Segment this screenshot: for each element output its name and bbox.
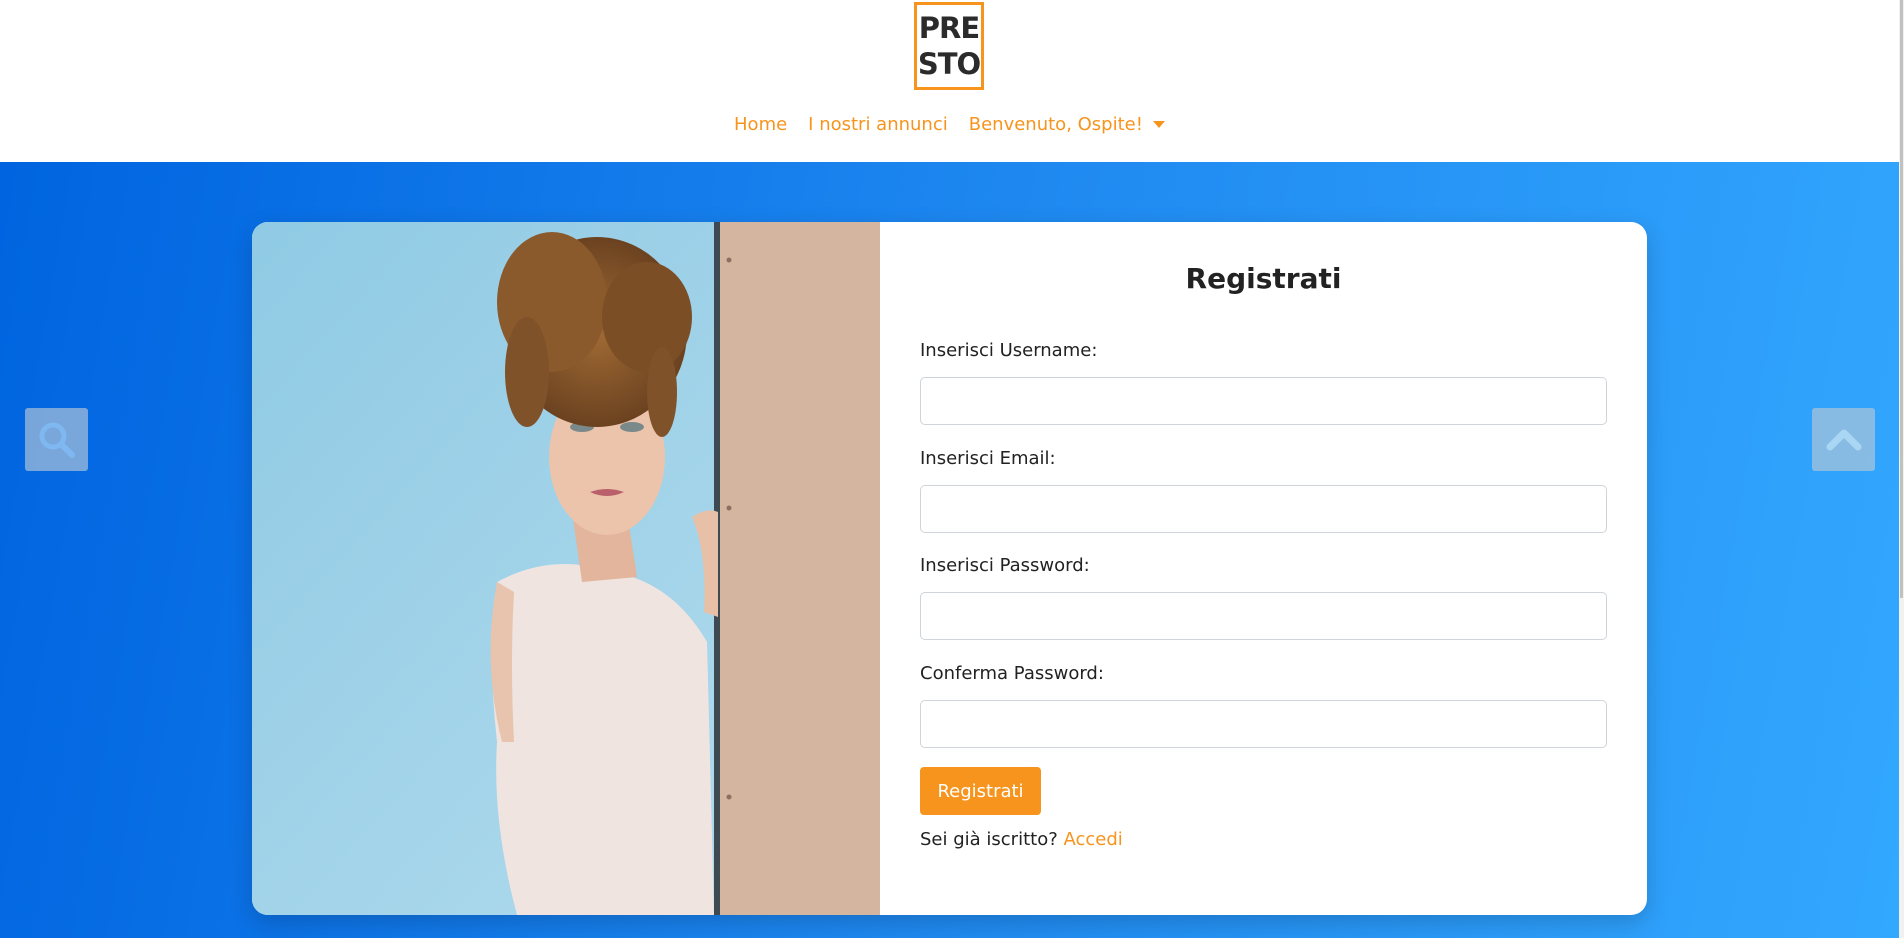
site-header: PRE STO Home I nostri annunci Benvenuto,…	[0, 0, 1899, 162]
logo-line-2: STO	[917, 47, 981, 81]
email-group: Inserisci Email:	[920, 448, 1056, 469]
user-menu-label: Benvenuto, Ospite!	[968, 114, 1143, 135]
logo-line-1: PRE	[918, 11, 980, 45]
scrollbar-thumb[interactable]	[1900, 0, 1903, 598]
username-group: Inserisci Username:	[920, 340, 1097, 361]
email-label: Inserisci Email:	[920, 448, 1056, 469]
register-button[interactable]: Registrati	[920, 767, 1041, 815]
scroll-top-button[interactable]	[1812, 408, 1875, 471]
search-icon	[39, 422, 75, 458]
chevron-up-icon	[1826, 429, 1861, 450]
model-photo	[252, 222, 880, 915]
password-input[interactable]	[920, 592, 1607, 640]
login-prompt-line: Sei già iscritto? Accedi	[920, 829, 1123, 850]
nav-home[interactable]: Home	[734, 114, 787, 135]
presto-logo[interactable]: PRE STO	[914, 2, 984, 90]
confirm-group: Conferma Password:	[920, 663, 1104, 684]
login-link[interactable]: Accedi	[1064, 829, 1123, 850]
register-card: Registrati Inserisci Username: Inserisci…	[252, 222, 1647, 915]
page-scrollbar[interactable]	[1899, 0, 1904, 938]
main-nav: Home I nostri annunci Benvenuto, Ospite!	[0, 114, 1899, 135]
username-input[interactable]	[920, 377, 1607, 425]
confirm-password-label: Conferma Password:	[920, 663, 1104, 684]
password-group: Inserisci Password:	[920, 555, 1090, 576]
nav-user-menu[interactable]: Benvenuto, Ospite!	[969, 114, 1165, 135]
caret-down-icon	[1152, 121, 1165, 128]
email-input[interactable]	[920, 485, 1607, 533]
confirm-password-input[interactable]	[920, 700, 1607, 748]
nav-listings[interactable]: I nostri annunci	[808, 114, 948, 135]
form-title: Registrati	[1185, 262, 1342, 295]
username-label: Inserisci Username:	[920, 340, 1098, 361]
search-button[interactable]	[25, 408, 88, 471]
register-form: Registrati Inserisci Username: Inserisci…	[880, 222, 1647, 915]
password-label: Inserisci Password:	[920, 555, 1090, 576]
main-section: Registrati Inserisci Username: Inserisci…	[0, 162, 1899, 938]
login-prompt: Sei già iscritto?	[920, 829, 1058, 850]
